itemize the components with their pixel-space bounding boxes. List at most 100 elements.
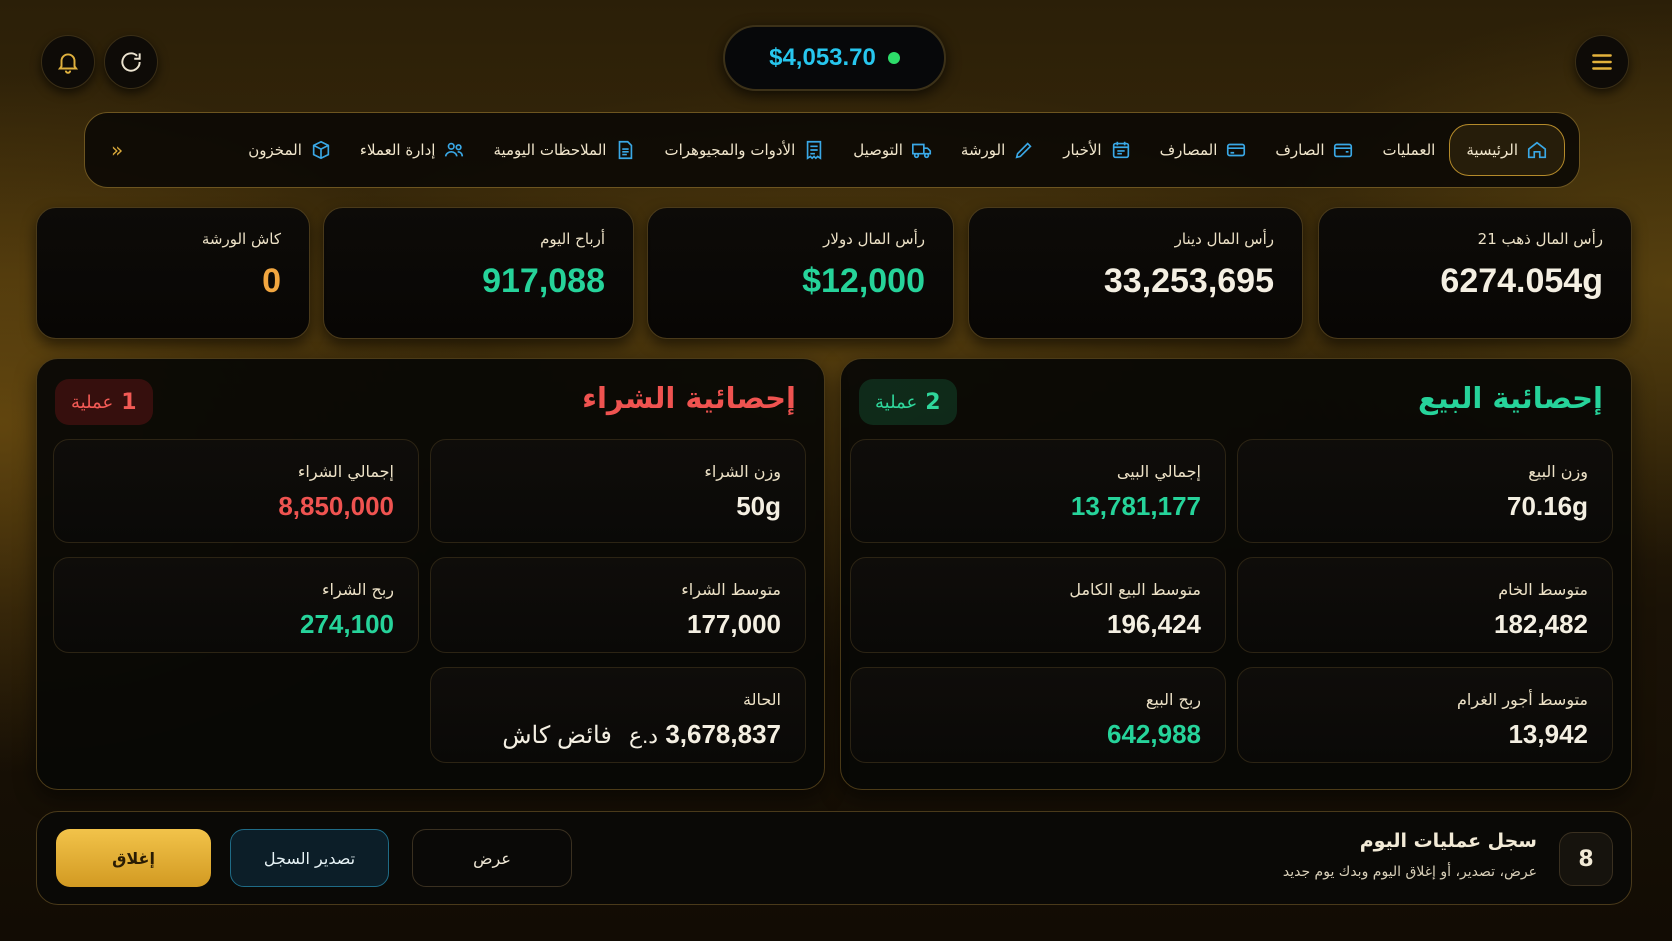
stat-value: 0 <box>262 262 281 300</box>
card-label: متوسط البيع الكامل <box>1069 580 1201 599</box>
stat-label: كاش الورشة <box>201 230 281 248</box>
pencil-icon <box>1015 142 1032 159</box>
hamburger-menu-icon <box>1592 54 1612 70</box>
badge-label: عملية <box>875 391 918 413</box>
nav-more-button[interactable]: » <box>99 138 135 162</box>
nav-item-label: الأخبار <box>1063 141 1102 159</box>
stat-value: 6274.054g <box>1440 262 1603 300</box>
view-log-button[interactable]: عرض <box>412 829 572 887</box>
document-icon <box>619 140 633 160</box>
truck-icon <box>911 143 931 159</box>
stat-card-gold-capital: رأس المال ذهب 21 6274.054g <box>1318 207 1632 339</box>
badge-label: عملية <box>71 391 114 413</box>
card-label: متوسط الخام <box>1498 580 1588 599</box>
nav-item-workshop[interactable]: الورشة <box>947 124 1049 176</box>
sale-total-card: إجمالي البيى 13,781,177 <box>850 439 1226 543</box>
nav-item-label: الأدوات والمجيوهرات <box>664 141 796 159</box>
card-value: 70.16g <box>1507 491 1588 521</box>
card-label: وزن البيع <box>1528 462 1588 481</box>
panel-title: إحصائية الشراء <box>582 381 796 415</box>
card-label: وزن الشراء <box>704 462 781 481</box>
nav-item-delivery[interactable]: التوصيل <box>839 124 947 176</box>
card-value: 642,988 <box>1107 719 1201 749</box>
status-value: 3,678,837 د.ع فائض كاش <box>455 719 781 750</box>
card-label: الحالة <box>743 690 781 709</box>
menu-button[interactable] <box>1575 35 1629 89</box>
nav-item-news[interactable]: الأخبار <box>1049 124 1145 176</box>
nav-item-label: الورشة <box>960 141 1006 159</box>
stat-card-today-profit: أرباح اليوم 917,088 <box>323 207 634 339</box>
stat-card-workshop-cash: كاش الورشة 0 <box>36 207 310 339</box>
log-subtitle: عرض، تصدير، أو إغلاق اليوم وبدك يوم جديد <box>1282 864 1537 880</box>
stat-card-dollar-capital: رأس المال دولار $12,000 <box>647 207 954 339</box>
card-value: 13,781,177 <box>1070 491 1201 521</box>
card-value: 196,424 <box>1107 609 1201 639</box>
balance-amount: $4,053.70 <box>769 44 876 71</box>
nav-item-label: إدارة العملاء <box>359 141 436 159</box>
stat-label: رأس المال دولار <box>823 230 925 248</box>
export-log-button[interactable]: تصدير السجل <box>230 829 389 887</box>
nav-item-daily-notes[interactable]: الملاحظات اليومية <box>479 124 650 176</box>
card-icon <box>1227 143 1246 157</box>
nav-item-label: الرئيسية <box>1466 141 1518 159</box>
nav-item-label: العمليات <box>1382 141 1436 159</box>
card-label: ربح البيع <box>1145 690 1201 709</box>
nav-item-label: المخزون <box>248 141 302 159</box>
sale-profit-card: ربح البيع 642,988 <box>850 667 1226 763</box>
card-label: ربح الشراء <box>322 580 394 599</box>
raw-average-card: متوسط الخام 182,482 <box>1237 557 1613 653</box>
status-amount: 3,678,837 <box>665 719 781 749</box>
refresh-button[interactable] <box>104 35 158 89</box>
card-label: إجمالي البيى <box>1116 462 1201 481</box>
close-day-button[interactable]: إغلاق <box>56 829 211 887</box>
purchase-count-badge: 1 عملية <box>55 379 153 425</box>
stat-value: 917,088 <box>482 262 605 300</box>
card-value: 13,942 <box>1508 719 1588 749</box>
badge-count: 2 <box>925 389 941 415</box>
card-value: 177,000 <box>687 609 781 639</box>
nav-item-expenses[interactable]: المصارف <box>1146 124 1262 176</box>
wallet-icon <box>1334 143 1353 158</box>
card-value: 182,482 <box>1494 609 1588 639</box>
balance-display: $4,053.70 <box>723 25 946 91</box>
nav-item-label: المصارف <box>1159 141 1218 159</box>
main-nav: الرئيسية العمليات الصارف المصارف الأخبار… <box>84 112 1580 188</box>
purchase-total-card: إجمالي الشراء 8,850,000 <box>53 439 419 543</box>
notifications-button[interactable] <box>41 35 95 89</box>
gram-wage-average-card: متوسط أجور الغرام 13,942 <box>1237 667 1613 763</box>
users-icon <box>445 142 464 157</box>
purchase-profit-card: ربح الشراء 274,100 <box>53 557 419 653</box>
nav-item-tools-jewelry[interactable]: الأدوات والمجيوهرات <box>650 124 839 176</box>
badge-count: 1 <box>121 389 137 415</box>
sales-count-badge: 2 عملية <box>859 379 957 425</box>
nav-item-label: الملاحظات اليومية <box>493 141 607 159</box>
refresh-icon <box>121 52 141 72</box>
panel-title: إحصائية البيع <box>1417 381 1603 415</box>
purchase-stats-panel: إحصائية الشراء 1 عملية وزن الشراء 50g إج… <box>36 358 825 790</box>
card-value: 50g <box>736 491 781 521</box>
log-title: سجل عمليات اليوم <box>1359 830 1537 852</box>
card-label: إجمالي الشراء <box>297 462 394 481</box>
nav-item-inventory[interactable]: المخزون <box>234 124 346 176</box>
status-note: فائض كاش <box>502 722 612 749</box>
log-count-badge: 8 <box>1559 832 1613 886</box>
sales-stats-panel: إحصائية البيع 2 عملية وزن البيع 70.16g إ… <box>840 358 1632 790</box>
bell-icon <box>57 53 79 74</box>
card-label: متوسط أجور الغرام <box>1457 690 1588 709</box>
status-currency: د.ع <box>629 723 659 748</box>
box-icon <box>312 140 330 160</box>
daily-log-bar: 8 سجل عمليات اليوم عرض، تصدير، أو إغلاق … <box>36 811 1632 905</box>
card-value: 274,100 <box>300 609 394 639</box>
nav-item-home[interactable]: الرئيسية <box>1449 124 1565 176</box>
nav-item-operations[interactable]: العمليات <box>1368 124 1449 176</box>
stat-value: 33,253,695 <box>1103 262 1274 300</box>
stat-label: رأس المال ذهب 21 <box>1477 230 1603 248</box>
stat-label: أرباح اليوم <box>540 230 605 248</box>
status-card: الحالة 3,678,837 د.ع فائض كاش <box>430 667 806 763</box>
full-sale-average-card: متوسط البيع الكامل 196,424 <box>850 557 1226 653</box>
purchase-weight-card: وزن الشراء 50g <box>430 439 806 543</box>
nav-item-label: الصارف <box>1275 141 1325 159</box>
online-status-dot <box>887 52 900 64</box>
nav-item-customers[interactable]: إدارة العملاء <box>346 124 480 176</box>
nav-item-exchange[interactable]: الصارف <box>1261 124 1368 176</box>
